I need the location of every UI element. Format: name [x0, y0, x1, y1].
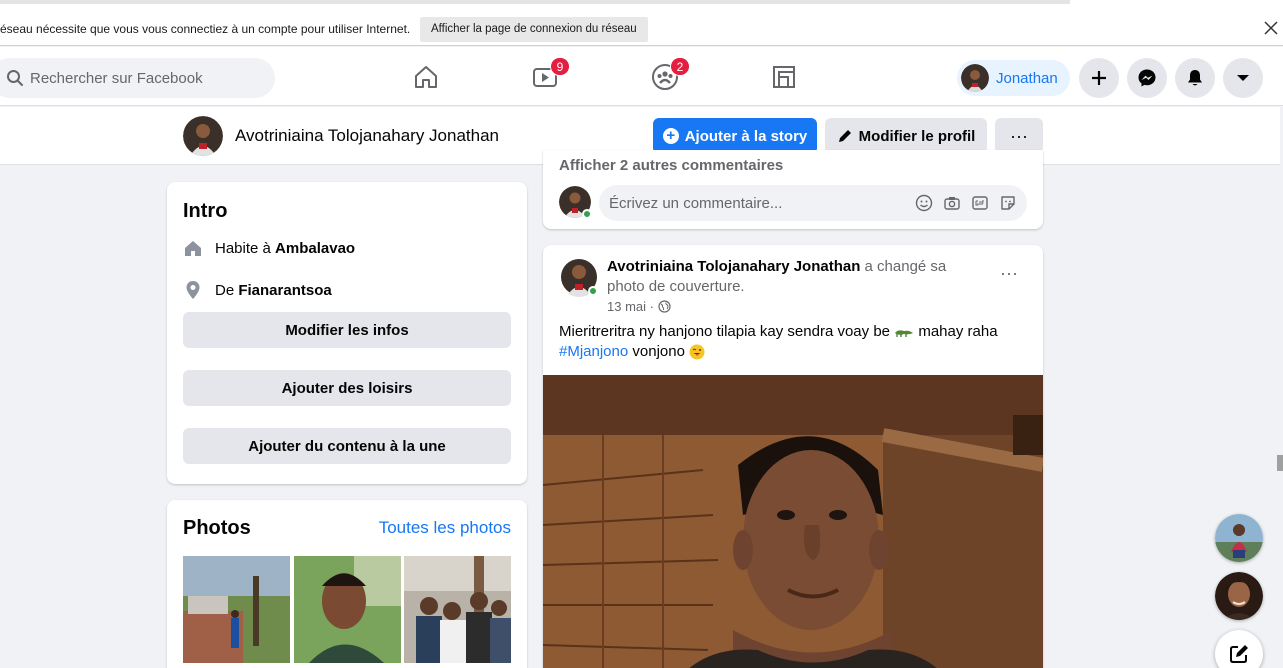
post-photo[interactable]: [543, 375, 1043, 668]
messenger-icon: [1138, 69, 1156, 87]
search-input[interactable]: [30, 58, 260, 98]
profile-shortcut[interactable]: Jonathan: [957, 60, 1070, 96]
add-to-story-button[interactable]: + Ajouter à la story: [653, 118, 817, 154]
more-options-button[interactable]: ···: [995, 118, 1043, 154]
from-prefix: De: [215, 281, 239, 299]
add-hobbies-button[interactable]: Ajouter des loisirs: [183, 370, 511, 406]
comment-section: Afficher 2 autres commentaires: [543, 150, 1043, 229]
close-icon[interactable]: [1262, 19, 1280, 37]
account-menu-button[interactable]: [1223, 58, 1263, 98]
camera-icon[interactable]: [943, 194, 961, 212]
create-button[interactable]: [1079, 58, 1119, 98]
post-date[interactable]: 13 mai: [607, 299, 646, 314]
watch-badge: 9: [550, 57, 570, 76]
post-text-part: Mieritreritra ny hanjono tilapia kay sen…: [559, 323, 895, 340]
search-box[interactable]: [0, 58, 275, 98]
crocodile-emoji: [895, 330, 914, 338]
nav-gaming[interactable]: [728, 47, 840, 106]
nav-watch[interactable]: 9: [489, 47, 601, 106]
edit-profile-label: Modifier le profil: [858, 127, 976, 145]
online-status-dot: [588, 286, 598, 296]
show-login-page-button[interactable]: Afficher la page de connexion du réseau: [420, 17, 648, 42]
bell-icon: [1188, 70, 1202, 86]
post-text-part: mahay raha: [914, 323, 998, 340]
comment-box[interactable]: [599, 185, 1027, 221]
post-card: Avotriniaina Tolojanahary Jonathan a cha…: [543, 245, 1043, 668]
nav-groups[interactable]: 2: [609, 47, 721, 106]
globe-icon: [657, 300, 671, 313]
new-message-button[interactable]: [1215, 630, 1263, 668]
view-more-comments-link[interactable]: Afficher 2 autres commentaires: [559, 157, 783, 174]
intro-card: Intro Habite à Ambalavao De Fianarantsoa…: [167, 182, 527, 484]
avatar: [961, 64, 989, 92]
network-message: éseau nécessite que vous vous connectiez…: [0, 22, 411, 36]
contact-avatar[interactable]: [1215, 514, 1263, 562]
gaming-icon: [773, 65, 795, 88]
comment-input[interactable]: [609, 185, 909, 221]
scrollbar-thumb[interactable]: [1277, 455, 1283, 471]
lives-in-row: Habite à Ambalavao: [183, 238, 355, 258]
lives-prefix: Habite à: [215, 239, 276, 257]
post-text: Mieritreritra ny hanjono tilapia kay sen…: [559, 322, 1029, 362]
photos-card: Photos Toutes les photos: [167, 500, 527, 668]
contact-avatar[interactable]: [1215, 572, 1263, 620]
profile-name[interactable]: Avotriniaina Tolojanahary Jonathan: [235, 126, 499, 146]
nav-home[interactable]: [370, 47, 482, 106]
edit-details-button[interactable]: Modifier les infos: [183, 312, 511, 348]
online-status-dot: [582, 209, 592, 219]
groups-badge: 2: [670, 57, 690, 76]
home-icon: [415, 65, 437, 88]
post-author[interactable]: Avotriniaina Tolojanahary Jonathan: [607, 258, 860, 275]
intro-title: Intro: [183, 200, 228, 222]
network-notification-bar: éseau nécessite que vous vous connectiez…: [0, 0, 1283, 46]
photo-thumbnail[interactable]: [183, 556, 290, 663]
add-to-story-label: Ajouter à la story: [684, 127, 808, 145]
avatar[interactable]: [183, 116, 223, 156]
all-photos-link[interactable]: Toutes les photos: [379, 518, 511, 538]
sticker-icon[interactable]: [999, 194, 1017, 212]
facebook-topbar: 9 2 Jonathan: [0, 47, 1283, 106]
notifications-button[interactable]: [1175, 58, 1215, 98]
post-header: Avotriniaina Tolojanahary Jonathan a cha…: [607, 257, 987, 297]
compose-icon: [1230, 645, 1248, 663]
add-featured-button[interactable]: Ajouter du contenu à la une: [183, 428, 511, 464]
from-row: De Fianarantsoa: [183, 280, 332, 300]
lives-place[interactable]: Ambalavao: [275, 240, 355, 257]
profile-name-label: Jonathan: [996, 69, 1058, 87]
from-place[interactable]: Fianarantsoa: [238, 282, 331, 299]
notification-top-line: [0, 0, 1070, 4]
meta-separator: ·: [646, 299, 658, 314]
plus-circle-icon: +: [662, 128, 679, 144]
location-pin-icon: [186, 281, 200, 299]
photos-title: Photos: [183, 517, 251, 539]
winking-tongue-emoji: [689, 344, 705, 360]
hashtag-link[interactable]: #Mjanjono: [559, 343, 628, 360]
post-options-button[interactable]: ···: [995, 261, 1023, 289]
search-icon: [7, 70, 23, 86]
emoji-icon[interactable]: [915, 194, 933, 212]
plus-icon: [1092, 71, 1106, 85]
gif-icon[interactable]: [971, 194, 989, 212]
caret-down-icon: [1237, 75, 1249, 81]
house-icon: [185, 241, 201, 256]
edit-profile-button[interactable]: Modifier le profil: [825, 118, 987, 154]
photo-thumbnail[interactable]: [404, 556, 511, 663]
pencil-icon: [838, 130, 851, 142]
post-meta: 13 mai ·: [607, 299, 671, 314]
photo-thumbnail[interactable]: [294, 556, 401, 663]
messenger-button[interactable]: [1127, 58, 1167, 98]
post-text-part: vonjono: [628, 343, 690, 360]
